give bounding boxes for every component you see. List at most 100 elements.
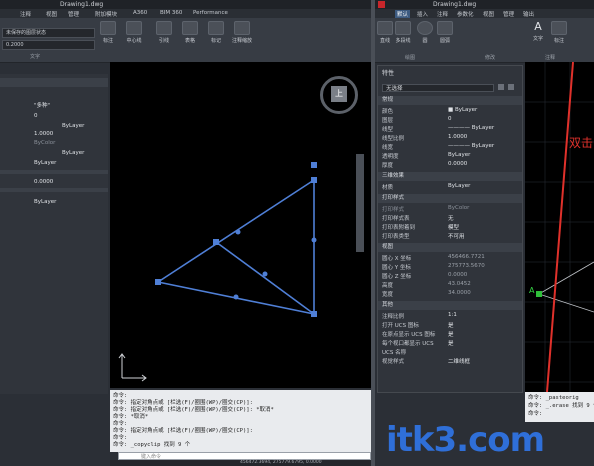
menu-home[interactable]: 默认 bbox=[395, 10, 411, 18]
prop-row-ucs-origin[interactable]: 在原点显示 UCS 图标是 bbox=[378, 329, 522, 338]
section-plot-style[interactable]: 打印样式 bbox=[378, 194, 522, 203]
menu-a360[interactable]: A360 bbox=[133, 10, 147, 16]
prop-row-visual-style[interactable]: 视觉样式 二维线框 bbox=[378, 356, 522, 365]
section-3d-effects[interactable]: 三维效果 bbox=[378, 172, 522, 181]
prop-row-center-z[interactable]: 圆心 Z 坐标 0.0000 bbox=[378, 271, 522, 280]
grip-point[interactable] bbox=[235, 229, 241, 235]
right-drawing-canvas[interactable]: A 双击 bbox=[525, 62, 594, 392]
prop-row-height[interactable]: 高度 43.0452 bbox=[378, 280, 522, 289]
prop-row-width[interactable]: 宽度 34.0000 bbox=[378, 289, 522, 298]
centerline-icon bbox=[126, 21, 142, 35]
prop-row-center-x[interactable]: 圆心 X 坐标 456466.7721 bbox=[378, 253, 522, 262]
table-button[interactable]: 表格 bbox=[182, 21, 198, 44]
prop-row-lineweight[interactable]: 线宽 ———— ByLayer bbox=[378, 142, 522, 151]
grip-point[interactable] bbox=[311, 237, 317, 243]
prop-row-center-y[interactable]: 圆心 Y 坐标 275773.5670 bbox=[378, 262, 522, 271]
prop-row-ucs-name[interactable]: UCS 名称 bbox=[378, 347, 522, 356]
prop-row-plot-style: 打印样式 ByColor bbox=[382, 205, 470, 213]
prop-row-ucs-per-viewport[interactable]: 每个视口都显示 UCS 是 bbox=[378, 338, 522, 347]
autocad-logo-icon[interactable] bbox=[378, 1, 385, 8]
centerline-button[interactable]: 中心线 bbox=[126, 21, 142, 44]
grip-point[interactable] bbox=[311, 311, 317, 317]
menu-manage[interactable]: 管理 bbox=[68, 10, 79, 18]
markup-button[interactable]: 标记 bbox=[208, 21, 224, 44]
prop-row-ucs-on[interactable]: 打开 UCS 图标是 bbox=[378, 320, 522, 329]
section-misc[interactable]: 其他 bbox=[378, 301, 522, 310]
select-objects-icon[interactable] bbox=[508, 84, 514, 90]
menu-insert[interactable]: 插入 bbox=[417, 10, 428, 18]
leader-button[interactable]: 引线 bbox=[156, 21, 172, 44]
prop-row-thickness[interactable]: 厚度 0.0000 bbox=[378, 160, 522, 169]
draw-group-label: 绘图 bbox=[405, 55, 416, 61]
view-cube[interactable]: 上 bbox=[320, 76, 360, 116]
left-drawing-canvas[interactable]: 上 bbox=[110, 62, 371, 388]
left-section-divider bbox=[0, 170, 108, 174]
polyline-button[interactable]: 多段线 bbox=[395, 21, 411, 44]
left-title-bar: Drawing1.dwg bbox=[0, 0, 371, 9]
lineweight-combo[interactable]: 0.2000 bbox=[2, 40, 95, 50]
annotation-group-label: 注释 bbox=[545, 55, 556, 61]
menu-annotate[interactable]: 注释 bbox=[20, 10, 31, 18]
polyline-icon bbox=[395, 21, 411, 35]
left-section-divider bbox=[0, 188, 108, 192]
grip-point[interactable] bbox=[311, 162, 317, 168]
menu-parametric[interactable]: 参数化 bbox=[457, 10, 474, 18]
left-ribbon: 未保存的图层状态 0.2000 文字 标注 中心线 引线 表格 标记 注释缩放 bbox=[0, 18, 371, 63]
menu-addins[interactable]: 附加模块 bbox=[95, 10, 117, 18]
menu-performance[interactable]: Performance bbox=[193, 10, 228, 16]
prop-row-color[interactable]: 颜色 ■ ByLayer bbox=[378, 106, 522, 115]
line-button[interactable]: 直线 bbox=[377, 21, 393, 44]
text-button[interactable]: A 文字 bbox=[531, 21, 545, 43]
menu-bim360[interactable]: BIM 360 bbox=[160, 10, 182, 16]
prop-row-linetype[interactable]: 线型 ———— ByLayer bbox=[378, 124, 522, 133]
command-input-placeholder: 键入命令 bbox=[141, 454, 162, 460]
leader-icon bbox=[156, 21, 172, 35]
right-title-bar: Drawing1.dwg bbox=[375, 0, 594, 9]
dimension-button-right[interactable]: 标注 bbox=[551, 21, 567, 44]
prop-row-plot-attached: 打印表附着到 模型 bbox=[382, 225, 460, 231]
coordinate-readout: 456472.3694, 275779.6795, 0.0000 bbox=[240, 460, 322, 465]
left-menu-bar: 注释 视图 管理 附加模块 A360 BIM 360 Performance bbox=[0, 9, 371, 18]
arc-icon bbox=[437, 21, 453, 35]
green-grip[interactable] bbox=[536, 291, 542, 297]
prop-row: 0 bbox=[34, 113, 38, 119]
arc-button[interactable]: 圆弧 bbox=[437, 21, 453, 44]
menu-manage-right[interactable]: 管理 bbox=[503, 10, 514, 18]
prop-row-material[interactable]: 材质 ByLayer bbox=[378, 182, 522, 191]
prop-row-annotation-scale[interactable]: 注释比例 1:1 bbox=[378, 311, 522, 320]
prop-row-plot-type: 打印表类型 不可用 bbox=[382, 234, 465, 240]
point-a-label: A bbox=[529, 286, 535, 295]
menu-annotate-right[interactable]: 注释 bbox=[437, 10, 448, 18]
selection-dropdown[interactable]: 无选择 bbox=[382, 84, 494, 92]
prop-row-linetype-scale[interactable]: 线型比例 1.0000 bbox=[378, 133, 522, 142]
section-general[interactable]: 常规 bbox=[378, 96, 522, 105]
grip-point[interactable] bbox=[262, 271, 268, 277]
grip-point[interactable] bbox=[155, 279, 161, 285]
dimension-button[interactable]: 标注 bbox=[100, 21, 116, 44]
layer-state-combo[interactable]: 未保存的图层状态 bbox=[2, 28, 95, 38]
quick-select-icon[interactable] bbox=[498, 84, 504, 90]
annotation-red-text: 双击 bbox=[569, 136, 594, 150]
prop-row-plot-style-table[interactable]: 打印样式表无 bbox=[378, 213, 522, 222]
left-properties-palette: "多种" 0 ByLayer 1.0000 ByColor ByLayer By… bbox=[0, 74, 108, 394]
prop-row-layer[interactable]: 图层 0 bbox=[378, 115, 522, 124]
menu-output[interactable]: 输出 bbox=[523, 10, 534, 18]
menu-view[interactable]: 视图 bbox=[46, 10, 57, 18]
prop-row-transparency[interactable]: 透明度 ByLayer bbox=[378, 151, 522, 160]
section-view[interactable]: 视图 bbox=[378, 243, 522, 252]
line-icon bbox=[377, 21, 393, 35]
annotation-scale-button[interactable]: 注释缩放 bbox=[232, 21, 252, 44]
menu-view-right[interactable]: 视图 bbox=[483, 10, 494, 18]
properties-palette-title: 特性 bbox=[382, 70, 395, 77]
red-arrow-line bbox=[546, 62, 574, 392]
grip-point[interactable] bbox=[311, 177, 317, 183]
modify-group-label: 修改 bbox=[485, 55, 496, 61]
right-command-history: 命令: _pasteorig 命令: _.erase 找到 9 个 命令: bbox=[525, 392, 594, 422]
grip-point[interactable] bbox=[233, 294, 239, 300]
circle-button[interactable]: 圆 bbox=[417, 21, 433, 44]
view-cube-top-face[interactable]: 上 bbox=[331, 86, 347, 102]
grip-point[interactable] bbox=[213, 239, 219, 245]
navigation-bar[interactable] bbox=[356, 154, 364, 252]
text-panel-label: 文字 bbox=[30, 54, 41, 60]
command-input[interactable]: 键入命令 bbox=[118, 452, 371, 460]
